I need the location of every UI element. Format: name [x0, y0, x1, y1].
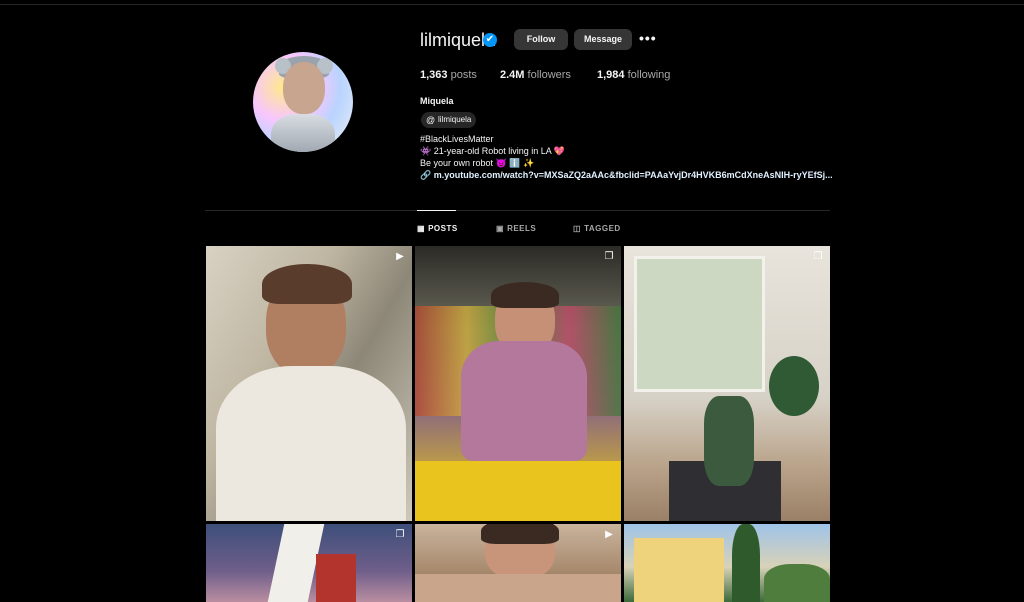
link-icon: 🔗 — [420, 170, 432, 180]
avatar-body — [271, 114, 335, 152]
post-thumbnail[interactable] — [624, 524, 830, 602]
post-window — [634, 256, 765, 392]
threads-handle: lilmiquela — [438, 115, 472, 124]
post-thumbnail[interactable]: ❐ — [206, 524, 412, 602]
threads-icon: @ — [426, 115, 436, 125]
message-button[interactable]: Message — [574, 29, 632, 50]
post-subject — [704, 396, 754, 486]
posts-count: 1,363 — [420, 69, 448, 81]
carousel-icon: ❐ — [604, 251, 614, 262]
tab-reels-label: REELS — [507, 224, 537, 233]
reel-icon: ▶ — [396, 251, 404, 262]
post-bananas — [415, 461, 621, 521]
post-tree — [732, 524, 760, 602]
tab-tagged-label: TAGGED — [584, 224, 621, 233]
post-thumbnail[interactable]: ▶ — [415, 524, 621, 602]
post-hair — [491, 282, 559, 308]
tab-posts-label: POSTS — [428, 224, 458, 233]
tabs-divider — [205, 210, 830, 211]
followers-stat[interactable]: 2.4M followers — [500, 69, 571, 81]
post-hair — [481, 524, 559, 544]
post-bush — [764, 564, 830, 602]
post-robe — [216, 366, 406, 521]
profile-avatar[interactable] — [253, 52, 353, 152]
post-arms — [415, 574, 621, 602]
post-thumbnail[interactable]: ▶ — [206, 246, 412, 521]
post-hair — [262, 264, 352, 304]
posts-stat: 1,363 posts — [420, 69, 477, 81]
profile-full-name: Miquela — [420, 96, 454, 106]
posts-label: posts — [450, 69, 477, 81]
following-label: following — [627, 69, 671, 81]
bio-line-tagline: Be your own robot 😈 ℹ️ ✨ — [420, 158, 535, 168]
active-tab-indicator — [417, 210, 456, 211]
top-border — [0, 4, 1024, 5]
reel-icon: ▶ — [605, 529, 613, 540]
following-stat[interactable]: 1,984 following — [597, 69, 670, 81]
post-house — [634, 538, 724, 602]
post-jacket — [461, 341, 587, 461]
tab-posts[interactable]: ▦ POSTS — [417, 224, 458, 233]
follow-button[interactable]: Follow — [514, 29, 568, 50]
threads-link[interactable]: @ lilmiquela — [421, 112, 476, 128]
bio-line-hashtag[interactable]: #BlackLivesMatter — [420, 134, 494, 144]
post-thumbnail[interactable]: ❐ — [624, 246, 830, 521]
tab-reels[interactable]: ▣ REELS — [496, 224, 536, 233]
post-thumbnail[interactable]: ❐ — [415, 246, 621, 521]
tab-tagged[interactable]: ◫ TAGGED — [573, 224, 621, 233]
carousel-icon: ❐ — [395, 529, 405, 540]
post-plant — [769, 356, 819, 416]
tagged-icon: ◫ — [573, 224, 582, 233]
grid-icon: ▦ — [417, 224, 426, 233]
followers-count: 2.4M — [500, 69, 525, 81]
following-count: 1,984 — [597, 69, 625, 81]
followers-label: followers — [527, 69, 571, 81]
reels-icon: ▣ — [496, 224, 505, 233]
bio-link-text: m.youtube.com/watch?v=MXSaZQ2aAAc&fbclid… — [433, 170, 833, 180]
post-subject — [316, 554, 356, 602]
verified-badge-icon: ✔ — [483, 33, 497, 47]
more-options-icon[interactable]: ••• — [639, 30, 657, 46]
carousel-icon: ❐ — [813, 251, 823, 262]
bio-line-description: 👾 21-year-old Robot living in LA 💖 — [420, 146, 565, 156]
avatar-face — [283, 62, 325, 114]
bio-link[interactable]: 🔗 m.youtube.com/watch?v=MXSaZQ2aAAc&fbcl… — [420, 170, 833, 181]
